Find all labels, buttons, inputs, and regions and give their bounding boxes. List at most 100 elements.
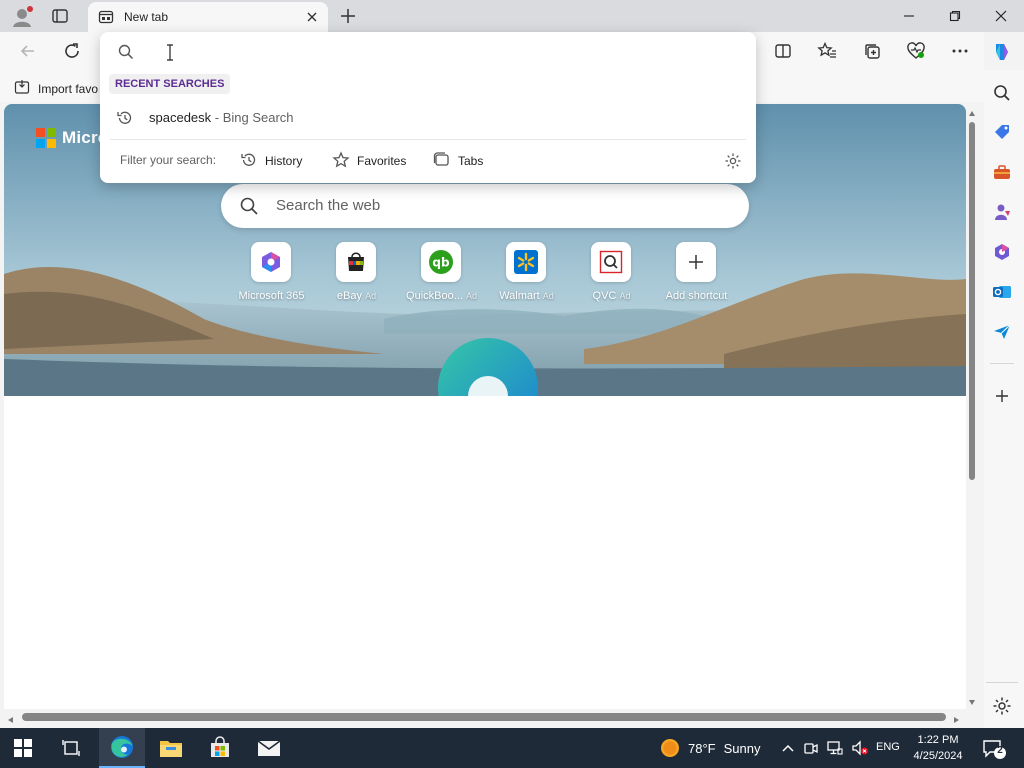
import-favorites-button[interactable]: Import favo [14,79,98,98]
tab-title: New tab [124,10,169,24]
recent-search-item[interactable]: spacedesk - Bing Search [100,103,756,133]
filter-tabs-label: Tabs [458,154,484,168]
minimize-button[interactable] [886,0,932,32]
shortcut-label: eBay [336,290,362,302]
task-view-icon [62,740,80,756]
web-search-box[interactable]: Search the web [221,184,749,228]
history-icon [116,109,134,127]
filter-history-button[interactable]: History [240,150,302,172]
restore-button[interactable] [932,0,978,32]
microsoft-365-icon [251,242,291,282]
microsoft-logo[interactable]: Micro [36,128,108,148]
microsoft-store-button[interactable] [197,728,243,768]
shortcut-microsoft-365[interactable]: Microsoft 365 [229,242,314,312]
windows-icon [14,739,32,757]
split-screen-icon[interactable] [773,41,793,61]
tools-icon[interactable] [992,162,1012,182]
feed-area [4,396,966,709]
import-icon [14,79,30,98]
browser-essentials-icon[interactable] [906,41,926,61]
ebay-icon [336,242,376,282]
shortcut-ebay[interactable]: eBay Ad [314,242,399,312]
ad-badge: Ad [365,291,377,301]
mail-button[interactable] [246,728,292,768]
sidebar-settings-icon[interactable] [992,696,1012,716]
horizontal-scrollbar[interactable] [4,709,966,726]
new-tab-button[interactable] [338,6,358,26]
system-clock[interactable]: 1:22 PM 4/25/2024 [906,732,970,764]
filter-favorites-button[interactable]: Favorites [332,150,406,172]
search-settings-icon[interactable] [724,152,742,170]
collections-icon[interactable] [862,41,882,61]
svg-text:qb: qb [432,256,450,270]
edge-icon [111,736,133,758]
address-bar-input[interactable] [146,38,706,66]
scroll-down-arrow-icon[interactable] [968,695,976,709]
copilot-icon[interactable] [990,40,1014,64]
shortcut-quickbooks[interactable]: qb QuickBoo... Ad [399,242,484,312]
active-tab[interactable]: New tab [88,2,328,32]
tab-actions-icon[interactable] [50,6,70,26]
scroll-right-arrow-icon[interactable] [952,713,960,727]
scroll-left-arrow-icon[interactable] [7,713,15,727]
drop-icon[interactable] [992,322,1012,342]
close-window-button[interactable] [978,0,1024,32]
star-icon [332,150,350,172]
search-icon[interactable] [992,83,1012,103]
windows-taskbar: 78°F Sunny ENG 1:22 PM 4/25/2024 2 [0,728,1024,768]
store-icon [211,736,229,757]
sidebar-divider [986,682,1018,683]
weather-temperature: 78°F [688,740,716,756]
ad-badge: Ad [619,291,631,301]
walmart-icon [506,242,546,282]
add-sidebar-app-icon[interactable] [992,386,1012,406]
notification-center-icon[interactable]: 2 [982,738,1006,760]
shortcut-label: Walmart [499,290,540,302]
recent-searches-label: RECENT SEARCHES [109,74,231,94]
recent-search-source: - Bing Search [211,110,294,125]
weather-widget[interactable]: 78°F Sunny [660,738,760,758]
notification-count: 2 [997,745,1003,756]
qvc-icon [591,242,631,282]
network-icon[interactable] [827,740,843,756]
language-indicator[interactable]: ENG [876,741,900,753]
task-view-button[interactable] [48,728,94,768]
edge-taskbar-button[interactable] [99,728,145,768]
shortcut-add[interactable]: Add shortcut [654,242,739,312]
volume-muted-icon[interactable] [851,740,868,756]
filter-favorites-label: Favorites [357,154,407,168]
favorites-icon[interactable] [817,41,837,61]
weather-condition: Sunny [723,740,761,756]
vertical-scrollbar[interactable] [966,104,978,709]
meet-now-icon[interactable] [803,740,819,756]
back-icon[interactable] [18,41,38,61]
recent-search-query: spacedesk [149,110,212,125]
scroll-up-arrow-icon[interactable] [968,107,976,121]
show-hidden-icons-icon[interactable] [780,740,796,756]
filter-tabs-button[interactable]: Tabs [433,150,483,172]
shortcut-walmart[interactable]: Walmart Ad [484,242,569,312]
start-button[interactable] [0,728,46,768]
shortcut-qvc[interactable]: QVC Ad [569,242,654,312]
microsoft-365-icon[interactable] [992,242,1012,262]
shortcut-label: QVC [592,290,617,302]
refresh-icon[interactable] [62,41,82,61]
profile-icon[interactable] [10,5,34,29]
dropdown-divider [110,139,746,140]
outlook-icon[interactable] [992,282,1012,302]
more-options-icon[interactable] [950,41,970,61]
mail-icon [257,740,281,756]
new-tab-page: Micro Search the web Microsoft 365 eBay … [4,104,966,709]
microsoft-logo-icon [36,128,56,148]
vertical-scroll-thumb[interactable] [969,122,975,480]
history-icon [240,151,258,172]
web-search-placeholder: Search the web [276,197,381,214]
shopping-icon[interactable] [992,122,1012,142]
games-icon[interactable] [992,202,1012,222]
ad-badge: Ad [542,291,554,301]
horizontal-scroll-thumb[interactable] [22,713,946,721]
close-tab-icon[interactable] [304,9,320,25]
file-explorer-button[interactable] [148,728,194,768]
tabs-icon [433,151,451,172]
new-tab-page-icon [98,9,114,25]
